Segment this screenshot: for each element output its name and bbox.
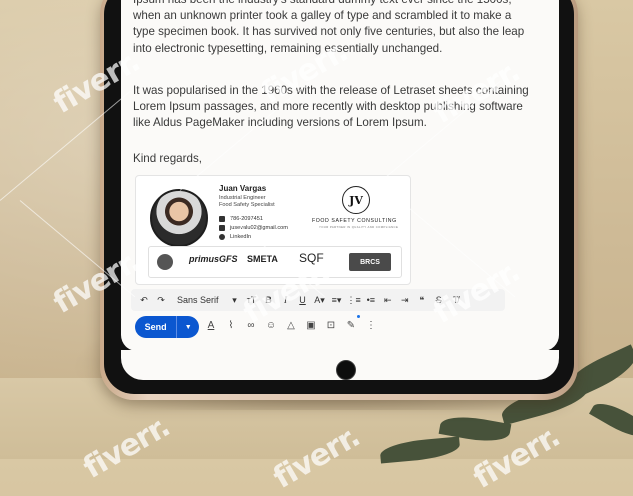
compose-actions: A ⌇ ∞ ☺ △ ▣ ⊡ ✎ ⋮ — [205, 318, 377, 332]
attach-icon[interactable]: ⌇ — [225, 318, 237, 332]
mail-icon — [219, 225, 225, 231]
more-options-icon[interactable]: ⋮ — [365, 318, 377, 332]
signature-linkedin[interactable]: LinkedIn — [219, 234, 251, 240]
globe-icon — [219, 234, 225, 240]
undo-icon[interactable]: ↶ — [137, 292, 151, 308]
signature-title-2: Food Safety Specialist — [219, 202, 275, 208]
image-icon[interactable]: ▣ — [305, 318, 317, 332]
linkedin-link[interactable]: LinkedIn — [230, 234, 251, 240]
align-icon[interactable]: ≡▾ — [330, 292, 344, 308]
badge-icon — [157, 254, 173, 270]
indent-less-icon[interactable]: ⇤ — [381, 292, 395, 308]
indent-more-icon[interactable]: ⇥ — [398, 292, 412, 308]
send-button[interactable]: Send ▼ — [135, 316, 199, 338]
company-name: FOOD SAFETY CONSULTING — [312, 218, 397, 224]
lock-icon[interactable]: ⊡ — [325, 318, 337, 332]
drive-icon[interactable]: △ — [285, 318, 297, 332]
notification-dot — [357, 315, 360, 318]
signature-phone: 786-2097451 — [219, 216, 263, 222]
formatting-options-icon[interactable]: A — [205, 318, 217, 332]
redo-icon[interactable]: ↷ — [154, 292, 168, 308]
cert-primusgfs: primusGFS — [189, 254, 238, 264]
bulleted-list-icon[interactable]: •≡ — [364, 292, 378, 308]
home-button[interactable] — [336, 360, 356, 380]
avatar — [150, 189, 208, 247]
phone-icon — [219, 216, 225, 222]
company-logo: JV — [342, 186, 370, 214]
company-tagline: YOUR PARTNER IN QUALITY AND COMPLIANCE — [319, 225, 399, 229]
email-signature: Juan Vargas Industrial Engineer Food Saf… — [135, 175, 411, 285]
email-closing[interactable]: Kind regards, — [133, 151, 533, 167]
signature-title-1: Industrial Engineer — [219, 195, 266, 201]
signature-icon[interactable]: ✎ — [345, 318, 357, 332]
send-label[interactable]: Send — [135, 322, 176, 332]
signature-email[interactable]: jusevalu02@gmail.com — [219, 225, 288, 231]
cert-brcs: BRCS — [349, 253, 391, 271]
certification-logos: primusGFS SMETA SQF BRCS — [148, 246, 402, 278]
chevron-down-icon[interactable]: ▼ — [176, 316, 199, 338]
cert-smeta: SMETA — [247, 254, 278, 264]
font-family-select[interactable]: Sans Serif — [177, 295, 219, 305]
signature-name: Juan Vargas — [219, 184, 267, 193]
numbered-list-icon[interactable]: ⋮≡ — [347, 292, 361, 308]
